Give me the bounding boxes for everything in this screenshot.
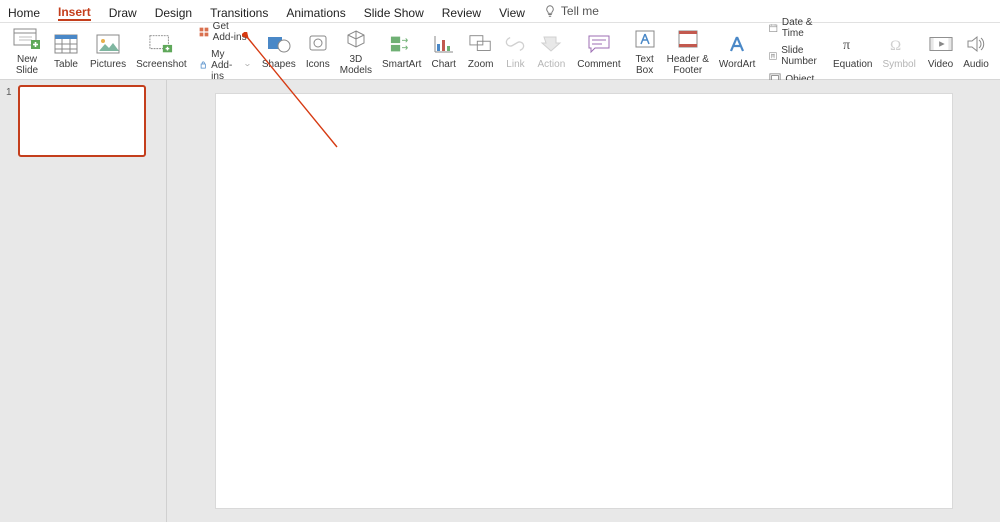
video-button[interactable]: Video xyxy=(928,32,953,70)
screenshot-button[interactable]: Screenshot xyxy=(136,32,187,70)
ribbon: New Slide Table Pictures Screenshot xyxy=(0,22,1000,80)
tab-design[interactable]: Design xyxy=(155,2,192,20)
chart-icon xyxy=(432,32,456,56)
thumbnail-number: 1 xyxy=(6,85,18,98)
workspace: 1 xyxy=(0,80,1000,522)
comment-label: Comment xyxy=(577,59,620,70)
link-button: Link xyxy=(503,32,527,70)
new-slide-icon xyxy=(12,27,42,51)
lightbulb-icon xyxy=(543,4,557,18)
textbox-icon xyxy=(633,27,657,51)
tab-insert[interactable]: Insert xyxy=(58,1,91,21)
action-label: Action xyxy=(537,59,565,70)
svg-text:π: π xyxy=(843,38,850,53)
tab-home[interactable]: Home xyxy=(8,2,40,20)
slide-thumbnails-pane[interactable]: 1 xyxy=(0,80,167,522)
slide-canvas[interactable] xyxy=(216,94,952,508)
smartart-label: SmartArt xyxy=(382,59,421,70)
header-footer-button[interactable]: Header & Footer xyxy=(667,27,709,76)
pictures-icon xyxy=(96,32,120,56)
header-footer-icon xyxy=(676,27,700,51)
svg-text:Ω: Ω xyxy=(890,38,901,54)
pictures-button[interactable]: Pictures xyxy=(90,32,126,70)
zoom-icon xyxy=(469,32,493,56)
smartart-icon xyxy=(390,32,414,56)
zoom-label: Zoom xyxy=(468,59,494,70)
wordart-button[interactable]: WordArt xyxy=(719,32,756,70)
action-button: Action xyxy=(537,32,565,70)
video-label: Video xyxy=(928,59,953,70)
tab-review[interactable]: Review xyxy=(442,2,481,20)
screenshot-icon xyxy=(149,32,173,56)
wordart-icon xyxy=(725,32,749,56)
equation-button[interactable]: π Equation xyxy=(833,32,872,70)
zoom-button[interactable]: Zoom xyxy=(468,32,494,70)
link-label: Link xyxy=(506,59,524,70)
symbol-icon: Ω xyxy=(887,32,911,56)
tell-me-label: Tell me xyxy=(561,4,599,18)
comment-button[interactable]: Comment xyxy=(577,32,620,70)
audio-icon xyxy=(964,32,988,56)
link-icon xyxy=(503,32,527,56)
3d-models-label: 3D Models xyxy=(340,54,372,76)
new-slide-button[interactable]: New Slide xyxy=(12,27,42,76)
screenshot-label: Screenshot xyxy=(136,59,187,70)
annotation-arrow xyxy=(242,32,342,152)
my-addins-icon xyxy=(199,58,207,72)
slide-number-button[interactable]: Slide Number xyxy=(769,45,821,67)
tab-view[interactable]: View xyxy=(499,2,525,20)
table-button[interactable]: Table xyxy=(54,32,78,70)
textbox-button[interactable]: Text Box xyxy=(633,27,657,76)
equation-label: Equation xyxy=(833,59,872,70)
chart-button[interactable]: Chart xyxy=(431,32,455,70)
symbol-label: Symbol xyxy=(882,59,915,70)
slide-canvas-area xyxy=(167,80,1000,522)
thumbnail-row[interactable]: 1 xyxy=(0,85,166,157)
equation-icon: π xyxy=(841,32,865,56)
video-icon xyxy=(929,32,953,56)
slide-number-label: Slide Number xyxy=(781,45,821,67)
textbox-label: Text Box xyxy=(635,54,653,76)
new-slide-label: New Slide xyxy=(16,54,38,76)
3d-models-button[interactable]: 3D Models xyxy=(340,27,372,76)
wordart-label: WordArt xyxy=(719,59,756,70)
addins-store-icon xyxy=(199,25,209,39)
chart-label: Chart xyxy=(431,59,455,70)
cube-icon xyxy=(344,27,368,51)
tab-transitions[interactable]: Transitions xyxy=(210,2,268,20)
audio-label: Audio xyxy=(963,59,989,70)
table-icon xyxy=(54,32,78,56)
tab-draw[interactable]: Draw xyxy=(109,2,137,20)
pictures-label: Pictures xyxy=(90,59,126,70)
tab-animations[interactable]: Animations xyxy=(286,2,345,20)
tell-me[interactable]: Tell me xyxy=(543,4,599,18)
ribbon-tabs: Home Insert Draw Design Transitions Anim… xyxy=(0,0,1000,22)
calendar-icon xyxy=(769,22,778,34)
date-time-label: Date & Time xyxy=(782,17,821,39)
date-time-button[interactable]: Date & Time xyxy=(769,17,821,39)
hash-icon xyxy=(769,50,777,62)
comment-icon xyxy=(587,32,611,56)
symbol-button: Ω Symbol xyxy=(882,32,915,70)
smartart-button[interactable]: SmartArt xyxy=(382,32,421,70)
action-icon xyxy=(539,32,563,56)
audio-button[interactable]: Audio xyxy=(963,32,989,70)
my-addins-label: My Add-ins xyxy=(211,49,241,82)
slide-thumbnail[interactable] xyxy=(18,85,146,157)
table-label: Table xyxy=(54,59,78,70)
header-footer-label: Header & Footer xyxy=(667,54,709,76)
tab-slideshow[interactable]: Slide Show xyxy=(364,2,424,20)
